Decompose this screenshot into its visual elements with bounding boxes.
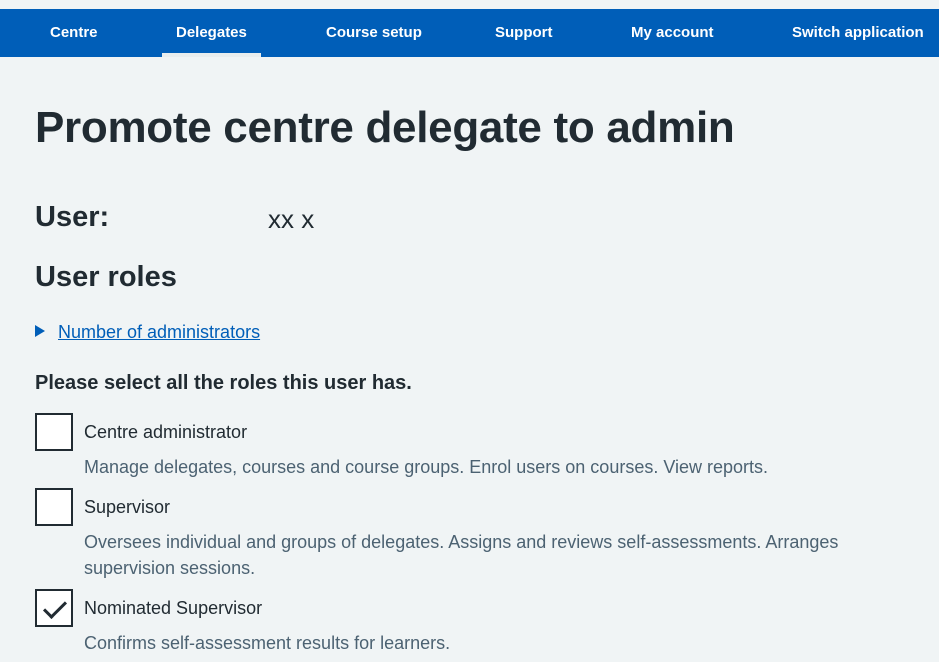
triangle-right-icon (35, 325, 45, 338)
top-navigation: Centre Delegates Course setup Support My… (0, 9, 939, 57)
page-title: Promote centre delegate to admin (35, 103, 735, 152)
supervisor-label[interactable]: Supervisor (84, 493, 170, 521)
centre-administrator-checkbox[interactable] (35, 413, 73, 451)
nav-item-my-account[interactable]: My account (631, 9, 714, 57)
nominated-supervisor-checkbox[interactable] (35, 589, 73, 627)
roles-legend: Please select all the roles this user ha… (35, 372, 412, 394)
supervisor-hint: Oversees individual and groups of delega… (84, 532, 839, 578)
nav-item-course-setup[interactable]: Course setup (326, 9, 422, 57)
supervisor-checkbox[interactable] (35, 488, 73, 526)
nav-item-centre[interactable]: Centre (50, 9, 98, 57)
administrators-details-toggle[interactable]: Number of administrators (35, 318, 260, 346)
nominated-supervisor-label[interactable]: Nominated Supervisor (84, 594, 262, 622)
nav-item-delegates[interactable]: Delegates (162, 9, 261, 57)
user-value: xx x (268, 204, 315, 234)
top-band (0, 0, 939, 9)
nav-item-support[interactable]: Support (495, 9, 553, 57)
user-roles-heading: User roles (35, 261, 177, 293)
centre-administrator-hint: Manage delegates, courses and course gro… (84, 457, 769, 477)
checkmark-icon (42, 594, 68, 620)
centre-administrator-label[interactable]: Centre administrator (84, 418, 247, 446)
nominated-supervisor-hint: Confirms self-assessment results for lea… (84, 633, 451, 653)
nav-item-switch-application[interactable]: Switch application (792, 9, 924, 57)
user-label: User: (35, 201, 110, 233)
details-summary-link[interactable]: Number of administrators (58, 322, 260, 342)
